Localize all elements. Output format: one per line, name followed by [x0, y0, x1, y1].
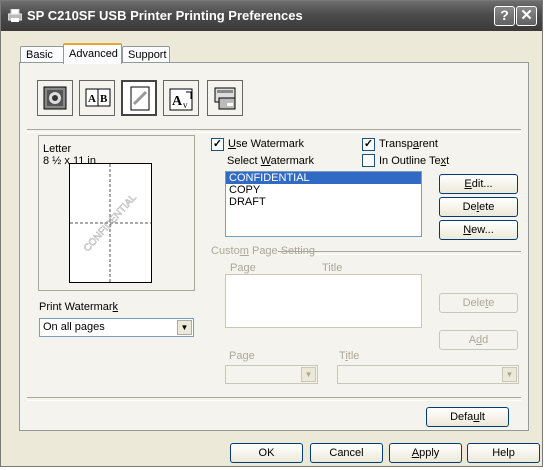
toolbar-separator: [27, 129, 521, 133]
title-field-label: Title: [339, 350, 360, 362]
preview-page: CONFIDENTIAL: [69, 163, 152, 283]
in-outline-text-checkbox[interactable]: [362, 154, 375, 167]
list-item[interactable]: DRAFT: [226, 196, 421, 208]
use-watermark-checkbox[interactable]: ✓: [211, 138, 224, 151]
page-setting-icon: A v: [169, 88, 193, 111]
custom-page-list[interactable]: [225, 274, 422, 328]
svg-text:v: v: [183, 100, 188, 110]
tab-basic[interactable]: Basic: [20, 46, 64, 63]
print-watermark-label: Print Watermark: [39, 301, 119, 313]
print-watermark-select[interactable]: On all pages ▼: [39, 318, 194, 337]
quality-button[interactable]: [37, 80, 73, 116]
paper-label: Letter: [43, 143, 72, 155]
chevron-down-icon[interactable]: ▼: [301, 367, 316, 382]
delete-button[interactable]: Delete: [439, 197, 518, 217]
svg-text:A: A: [172, 94, 183, 109]
quality-icon: [43, 86, 67, 110]
edit-button[interactable]: Edit...: [439, 174, 518, 194]
advanced-panel: A B A v Letter 8 ½ x 11 in CONFIDENTIAL …: [19, 62, 529, 431]
device-options-button[interactable]: [207, 80, 243, 116]
printing-preferences-window: SP C210SF USB Printer Printing Preferenc…: [0, 0, 543, 467]
select-watermark-label: Select Watermark: [227, 155, 315, 167]
printer-icon: [8, 9, 22, 22]
print-watermark-value: On all pages: [43, 321, 105, 333]
watermark-list[interactable]: CONFIDENTIAL COPY DRAFT: [225, 171, 422, 237]
new-button[interactable]: New...: [439, 220, 518, 240]
device-options-icon: [214, 87, 236, 110]
custom-delete-button[interactable]: Delete: [439, 293, 518, 313]
custom-add-button[interactable]: Add: [439, 330, 518, 350]
bottom-separator: [27, 397, 521, 401]
page-setting-button[interactable]: A v: [163, 80, 199, 116]
help-title-button[interactable]: ?: [494, 6, 515, 26]
ok-button[interactable]: OK: [230, 443, 303, 463]
watermark-icon: [130, 86, 150, 111]
default-button[interactable]: Default: [426, 407, 509, 427]
tab-support[interactable]: Support: [122, 46, 170, 63]
transparent-checkbox[interactable]: ✓: [362, 138, 375, 151]
transparent-label: Transparent: [379, 138, 438, 150]
watermark-button[interactable]: [121, 80, 157, 116]
close-button[interactable]: ✕: [516, 6, 537, 26]
title-bar[interactable]: SP C210SF USB Printer Printing Preferenc…: [1, 1, 542, 31]
custom-page-setting-label: Custom Page Setting: [211, 245, 315, 257]
svg-text:A: A: [88, 93, 96, 105]
duplex-button[interactable]: A B: [79, 80, 115, 116]
chevron-down-icon[interactable]: ▼: [177, 320, 192, 335]
chevron-down-icon[interactable]: ▼: [502, 367, 517, 382]
in-outline-text-label: In Outline Text: [379, 155, 450, 167]
list-item[interactable]: COPY: [226, 184, 421, 196]
tab-advanced[interactable]: Advanced: [63, 43, 122, 64]
page-column-header: Page: [230, 262, 256, 274]
cancel-button[interactable]: Cancel: [310, 443, 383, 463]
page-select[interactable]: ▼: [225, 365, 318, 384]
apply-button[interactable]: Apply: [389, 443, 462, 463]
title-select[interactable]: ▼: [337, 365, 519, 384]
window-title: SP C210SF USB Printer Printing Preferenc…: [27, 8, 303, 23]
svg-text:B: B: [100, 93, 108, 105]
list-item[interactable]: CONFIDENTIAL: [226, 172, 421, 184]
help-button[interactable]: Help: [467, 443, 540, 463]
use-watermark-label: Use Watermark: [228, 138, 304, 150]
page-field-label: Page: [229, 350, 255, 362]
title-column-header: Title: [322, 262, 343, 274]
duplex-icon: A B: [85, 88, 111, 107]
